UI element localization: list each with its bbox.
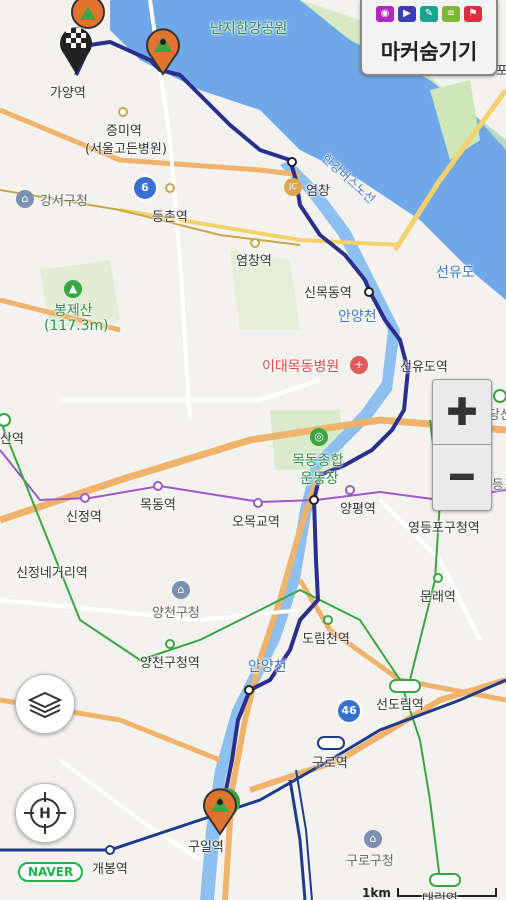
label-anyangcheon-top: 안양천: [338, 309, 377, 325]
label-gangseo-office[interactable]: 강서구청: [40, 190, 88, 209]
hiking-locate-icon: H: [24, 792, 66, 834]
svg-text:H: H: [39, 806, 51, 822]
government-icon: ⌂: [364, 830, 382, 848]
label-san-station[interactable]: 산역: [0, 428, 24, 447]
label-ewha-mokdong-hospital[interactable]: 이대목동병원: [262, 356, 339, 376]
label-dorimcheon-station[interactable]: 도림천역: [302, 628, 350, 647]
pen-icon[interactable]: ✎: [420, 6, 438, 22]
label-yeomchang-station[interactable]: 염창역: [236, 250, 272, 269]
zoom-in-button[interactable]: ✚: [433, 380, 491, 444]
layers-button[interactable]: [15, 674, 75, 734]
map-canvas[interactable]: 난지한강공원 마포 가양역 증미역 (서울고든병원) ⌂ 강서구청 6 등촌역 …: [0, 0, 506, 900]
scale-label: 1km: [362, 886, 391, 900]
label-bongjesan: 봉제산: [54, 303, 93, 319]
label-daerim-station[interactable]: 대림역: [422, 888, 458, 900]
label-sinjeong-station[interactable]: 신정역: [66, 506, 102, 525]
government-icon: ⌂: [172, 581, 190, 599]
marker-toggle-panel: ◉ ▶ ✎ ≡ ⚑ 마커숨기기: [360, 0, 498, 76]
label-deungchon-station[interactable]: 등촌역: [152, 206, 188, 225]
label-anyangcheon-bottom: 안양천: [248, 659, 287, 675]
label-yeomchang-jc: 염창: [306, 184, 330, 199]
naver-logo: NAVER: [18, 862, 84, 882]
route-6-badge: 6: [132, 175, 158, 201]
label-sinmokdong-station[interactable]: 신목동역: [304, 282, 352, 301]
label-seoul-godeun: (서울고든병원): [85, 142, 167, 157]
label-jeungmi-station[interactable]: 증미역: [106, 120, 142, 139]
layers-icon: [27, 691, 63, 719]
label-seonyudo-station[interactable]: 선유도역: [400, 356, 448, 375]
zoom-out-button[interactable]: ━: [433, 445, 491, 509]
camera-icon[interactable]: ◉: [376, 6, 394, 22]
label-yangpyeong-station[interactable]: 양평역: [340, 498, 376, 517]
label-mokdong-stadium-1[interactable]: 목동종합: [292, 450, 344, 470]
label-gayang-station[interactable]: 가양역: [50, 82, 86, 101]
flag-icon[interactable]: ⚑: [464, 6, 482, 22]
note-icon[interactable]: ≡: [442, 6, 460, 22]
label-deungpo: 등포: [492, 478, 506, 493]
hide-markers-button[interactable]: 마커숨기기: [362, 36, 496, 66]
label-guro-station[interactable]: 구로역: [312, 752, 348, 771]
hospital-icon: +: [350, 356, 368, 374]
label-seonyudo: 선유도: [436, 265, 475, 281]
label-sindorim-station[interactable]: 선도림역: [376, 694, 424, 713]
label-mokdong-stadium-2[interactable]: 운동장: [300, 468, 339, 488]
label-yangcheon-office-station[interactable]: 양천구청역: [140, 652, 200, 671]
map-base: [0, 0, 506, 900]
label-sinjeong-4way-station[interactable]: 신정네거리역: [16, 562, 88, 581]
label-bongjesan-elevation: (117.3m): [44, 318, 109, 334]
label-guro-office[interactable]: 구로구청: [346, 850, 394, 869]
label-mokdong-station[interactable]: 목동역: [140, 494, 176, 513]
jc-icon: JC: [284, 178, 302, 196]
route-46-badge: 46: [336, 698, 362, 724]
zoom-control: ✚ ━: [432, 379, 492, 511]
stadium-icon: ◎: [310, 428, 328, 446]
mountain-icon: ▲: [64, 280, 82, 298]
label-nanji-park: 난지한강공원: [210, 21, 288, 37]
government-icon: ⌂: [16, 190, 34, 208]
video-icon[interactable]: ▶: [398, 6, 416, 22]
my-location-button[interactable]: H: [15, 783, 75, 843]
label-omokgyo-station[interactable]: 오목교역: [232, 511, 280, 530]
label-guil-station[interactable]: 구일역: [188, 836, 224, 855]
label-yangcheon-office[interactable]: 양천구청: [152, 602, 200, 621]
label-mullae-station[interactable]: 문래역: [420, 586, 456, 605]
marker-type-icons: ◉ ▶ ✎ ≡ ⚑: [376, 6, 482, 22]
label-yeongdeungpo-office-station[interactable]: 영등포구청역: [408, 517, 480, 536]
label-gaebong-station[interactable]: 개봉역: [92, 858, 128, 877]
